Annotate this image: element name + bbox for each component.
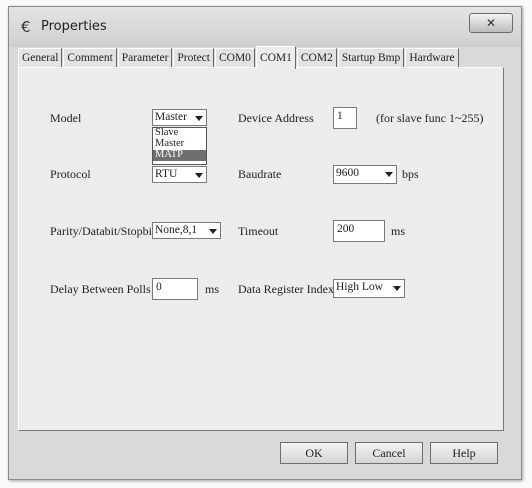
model-select[interactable]: Master <box>152 109 207 126</box>
cancel-button[interactable]: Cancel <box>355 442 423 464</box>
tab-protect[interactable]: Protect <box>173 48 214 67</box>
data-register-select[interactable]: High Low <box>333 279 405 298</box>
tab-general[interactable]: General <box>18 48 63 67</box>
protocol-value: RTU <box>155 168 178 180</box>
parity-value: None,8,1 <box>155 224 198 236</box>
close-button[interactable]: ✕ <box>469 13 513 33</box>
data-register-label: Data Register Index <box>238 282 334 296</box>
timeout-unit: ms <box>391 224 406 238</box>
tab-com2[interactable]: COM2 <box>296 48 337 67</box>
chevron-down-icon[interactable] <box>192 168 205 181</box>
model-value: Master <box>155 111 187 123</box>
device-address-input[interactable]: 1 <box>333 107 357 129</box>
ok-button[interactable]: OK <box>280 442 348 464</box>
parity-select[interactable]: None,8,1 <box>152 222 221 239</box>
tab-comment[interactable]: Comment <box>63 48 117 67</box>
timeout-input[interactable]: 200 <box>333 220 385 242</box>
tab-com1[interactable]: COM1 <box>255 46 296 69</box>
window-title: Properties <box>41 19 107 34</box>
app-icon: € <box>21 18 31 36</box>
parity-label: Parity/Databit/Stopbit <box>50 224 156 238</box>
baudrate-label: Baudrate <box>238 167 282 181</box>
chevron-down-icon[interactable] <box>192 111 205 124</box>
title-bar[interactable]: € Properties ✕ <box>9 7 521 47</box>
delay-label: Delay Between Polls <box>50 282 151 296</box>
baudrate-value: 9600 <box>336 167 359 179</box>
chevron-down-icon[interactable] <box>390 281 403 294</box>
model-label: Model <box>50 111 82 125</box>
baudrate-unit: bps <box>402 167 419 181</box>
chevron-down-icon[interactable] <box>382 167 395 180</box>
tab-parameter[interactable]: Parameter <box>117 48 173 67</box>
chevron-down-icon[interactable] <box>206 224 219 237</box>
close-icon: ✕ <box>485 16 497 30</box>
device-address-hint: (for slave func 1~255) <box>376 111 484 125</box>
delay-unit: ms <box>205 282 220 296</box>
model-dropdown-list: Slave Master MATP <box>152 127 207 165</box>
tab-strip: General Comment Parameter Protect COM0 COM1 CO… <box>18 44 460 69</box>
help-button[interactable]: Help <box>430 442 498 464</box>
baudrate-select[interactable]: 9600 <box>333 165 397 184</box>
model-option-matp[interactable]: MATP <box>153 149 206 161</box>
tab-startup-bmp[interactable]: Startup Bmp <box>337 48 405 67</box>
delay-input[interactable]: 0 <box>152 278 198 300</box>
tab-hardware[interactable]: Hardware <box>405 48 459 67</box>
device-address-label: Device Address <box>238 111 314 125</box>
tab-com0[interactable]: COM0 <box>214 48 255 67</box>
protocol-label: Protocol <box>50 167 91 181</box>
data-register-value: High Low <box>336 281 383 293</box>
protocol-select[interactable]: RTU <box>152 166 207 183</box>
timeout-label: Timeout <box>238 224 279 238</box>
